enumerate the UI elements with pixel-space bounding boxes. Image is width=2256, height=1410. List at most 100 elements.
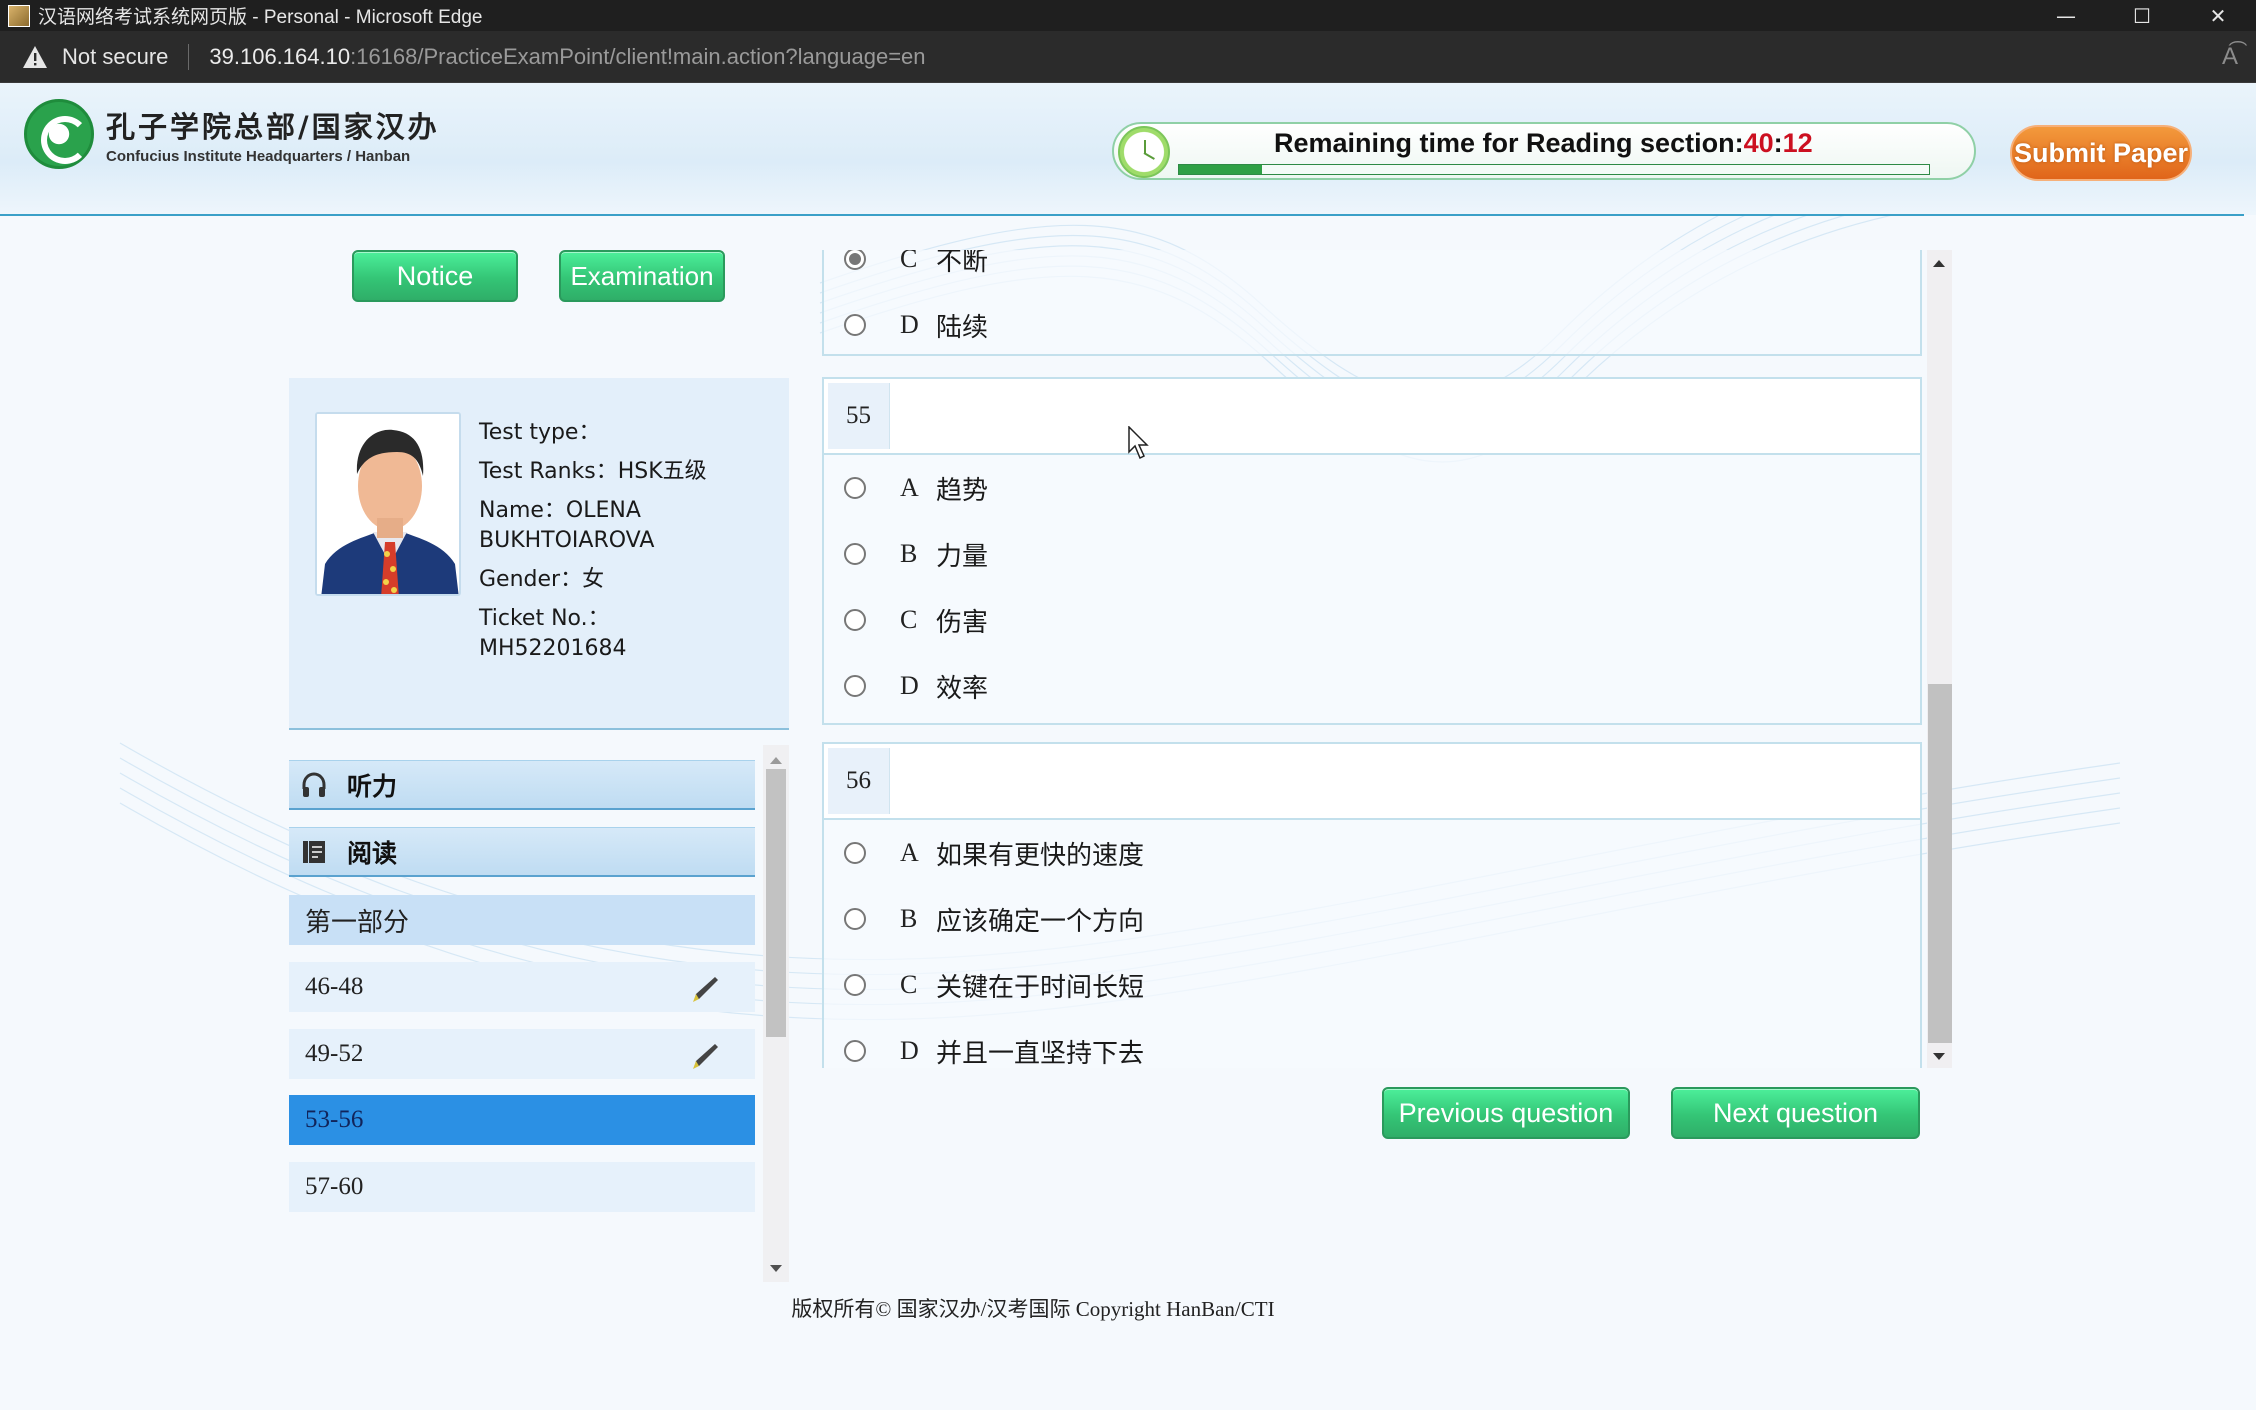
radio-button[interactable] [844,250,866,270]
header-divider [0,214,2244,216]
option-text: 伤害 [936,607,989,638]
option-letter: D [900,1036,919,1065]
nav-item-57-60[interactable]: 57-60 [289,1162,755,1212]
question-header: 56 [824,744,1920,820]
radio-button[interactable] [844,477,866,499]
answered-pen-icon [689,974,719,1004]
option-c[interactable]: C 关键在于时间长短 [824,952,1920,1018]
nav-item-46-48[interactable]: 46-48 [289,962,755,1012]
maximize-button[interactable]: ☐ [2104,0,2180,31]
logo-english-text: Confucius Institute Headquarters / Hanba… [106,147,411,165]
nav-part-header[interactable]: 第一部分 [289,895,755,945]
option-d[interactable]: D 并且一直坚持下去 [824,1018,1920,1068]
ticket-number: MH52201684 [479,636,627,661]
option-c[interactable]: C 不断 [824,250,1920,292]
exam-page: 孔子学院总部/国家汉办 Confucius Institute Headquar… [0,83,2256,1410]
window-titlebar: 汉语网络考试系统网页版 - Personal - Microsoft Edge … [0,0,2256,31]
question-scrollbar-thumb[interactable] [1928,684,1952,1043]
previous-question-button[interactable]: Previous question [1382,1087,1630,1139]
time-progress-bar [1178,164,1930,175]
timer-separator: : [1773,128,1783,158]
section-timer: Remaining time for Reading section:40:12 [1112,122,1976,180]
option-a[interactable]: A 如果有更快的速度 [824,820,1920,886]
timer-minutes: 40 [1743,128,1774,158]
radio-button[interactable] [844,1040,866,1062]
read-aloud-icon[interactable]: A͡ [2222,43,2238,71]
scroll-down-arrow-icon[interactable] [1933,1053,1945,1060]
option-letter: A [900,473,919,502]
scroll-down-arrow-icon[interactable] [770,1265,782,1272]
security-status[interactable]: Not secure [62,44,168,70]
warning-icon[interactable] [22,45,48,69]
candidate-info-panel: Test type： Test Ranks：HSK五级 Name：OLENA BU… [289,378,789,730]
question-block-56: 56 A 如果有更快的速度 B 应该确定一个方向 C 关键在于时间长短 D 并且一直坚持… [822,742,1922,1068]
nav-section-listening[interactable]: 听力 [289,760,755,810]
option-b[interactable]: B 应该确定一个方向 [824,886,1920,952]
option-a[interactable]: A 趋势 [824,455,1920,521]
option-b[interactable]: B 力量 [824,521,1920,587]
window-controls: — ☐ ✕ [2028,0,2256,31]
option-letter: C [900,250,918,273]
nav-scrollbar-thumb[interactable] [766,769,786,1037]
logo: 孔子学院总部/国家汉办 Confucius Institute Headquar… [24,99,440,169]
window-title: 汉语网络考试系统网页版 - Personal - Microsoft Edge [38,7,483,28]
nav-item-53-56[interactable]: 53-56 [289,1095,755,1145]
gender-value: 女 [582,567,605,592]
question-navigation: 听力 阅读 第一部分 46-48 49-52 53-56 57-60 [289,745,789,1282]
option-letter: C [900,605,918,634]
logo-chinese-text: 孔子学院总部/国家汉办 [106,109,440,144]
scroll-up-arrow-icon[interactable] [1933,260,1945,267]
examination-button[interactable]: Examination [559,250,725,302]
test-ranks-value: HSK五级 [617,459,707,484]
option-text: 趋势 [936,475,989,506]
radio-button[interactable] [844,842,866,864]
app-icon [8,4,30,27]
gender-row: Gender：女 [479,567,605,592]
submit-paper-button[interactable]: Submit Paper [2010,125,2192,181]
book-icon [299,837,329,867]
nav-section-reading[interactable]: 阅读 [289,827,755,877]
candidate-photo [315,412,461,596]
option-text: 力量 [936,541,989,572]
option-letter: D [900,310,919,339]
option-d[interactable]: D 陆续 [824,292,1920,358]
test-ranks-row: Test Ranks：HSK五级 [479,459,707,484]
option-d[interactable]: D 效率 [824,653,1920,719]
option-letter: A [900,838,919,867]
radio-button[interactable] [844,675,866,697]
nav-section-label: 阅读 [347,838,398,868]
url-field[interactable]: 39.106.164.10:16168/PracticeExamPoint/cl… [209,44,925,70]
radio-button[interactable] [844,543,866,565]
page-header: 孔子学院总部/国家汉办 Confucius Institute Headquar… [0,83,2256,215]
test-type-row: Test type： [479,420,601,445]
question-block-55: 55 A 趋势 B 力量 C 伤害 D 效率 [822,377,1922,725]
ticket-row: Ticket No.： MH52201684 [479,606,627,661]
scroll-up-arrow-icon[interactable] [770,757,782,764]
nav-item-label: 53-56 [305,1106,364,1133]
radio-button[interactable] [844,609,866,631]
next-question-button[interactable]: Next question [1671,1087,1920,1139]
option-text: 应该确定一个方向 [936,906,1145,937]
name-row: Name：OLENA BUKHTOIAROVA [479,498,655,553]
address-divider [188,43,190,70]
option-letter: D [900,671,919,700]
nav-scrollbar[interactable] [763,745,789,1282]
question-block-54: C 不断 D 陆续 [822,250,1922,356]
mouse-cursor-icon [1128,426,1149,460]
nav-item-49-52[interactable]: 49-52 [289,1029,755,1079]
candidate-name-line1: OLENA [565,498,641,523]
question-area: C 不断 D 陆续 55 A 趋势 B 力量 C 伤害 D 效率 56 A 如果有更快的速… [822,250,1922,1068]
radio-button[interactable] [844,314,866,336]
avatar-icon [317,414,459,594]
minimize-button[interactable]: — [2028,0,2104,31]
option-c[interactable]: C 伤害 [824,587,1920,653]
option-text: 不断 [936,250,989,277]
candidate-name-line2: BUKHTOIAROVA [479,528,655,553]
timer-text: Remaining time for Reading section: [1274,128,1744,158]
notice-button[interactable]: Notice [352,250,518,302]
close-button[interactable]: ✕ [2180,0,2256,31]
radio-button[interactable] [844,974,866,996]
headphones-icon [299,770,329,800]
radio-button[interactable] [844,908,866,930]
question-scrollbar[interactable] [1927,250,1952,1068]
